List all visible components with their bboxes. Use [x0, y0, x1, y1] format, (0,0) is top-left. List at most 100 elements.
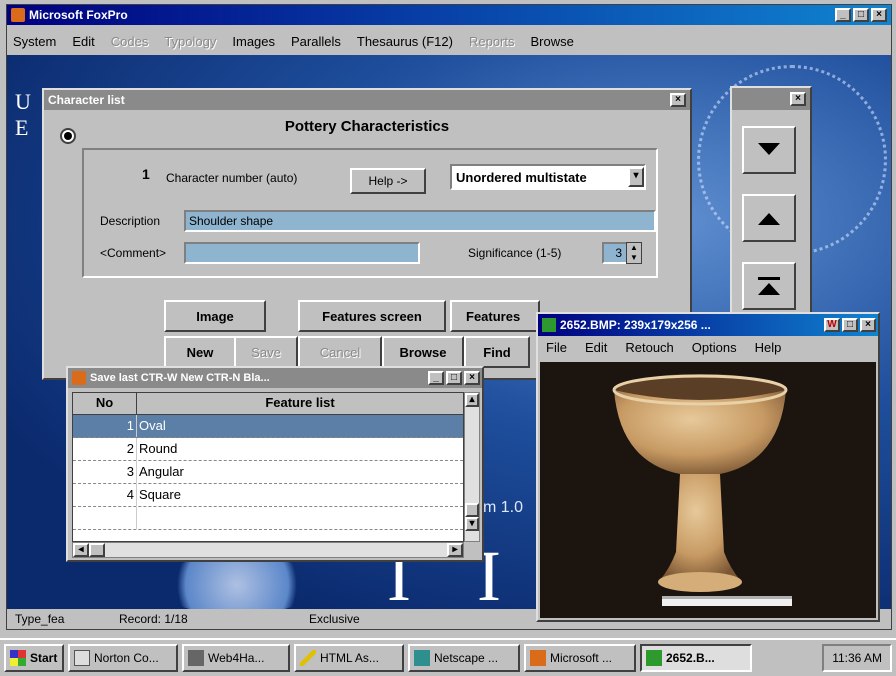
scroll-down-icon[interactable]: ▾	[465, 517, 479, 531]
viewer-maximize-icon[interactable]: □	[842, 318, 858, 332]
task-label: Netscape ...	[434, 651, 499, 665]
menu-edit[interactable]: Edit	[72, 34, 94, 49]
start-label: Start	[30, 651, 58, 665]
hscroll-thumb[interactable]	[89, 543, 105, 557]
menu-browse[interactable]: Browse	[531, 34, 574, 49]
feature-grid-header: No Feature list	[73, 393, 463, 415]
help-button[interactable]: Help ->	[350, 168, 426, 194]
first-record-button[interactable]	[742, 262, 796, 310]
image-viewer-titlebar[interactable]: 2652.BMP: 239x179x256 ... W □ ×	[538, 314, 878, 336]
new-button[interactable]: New	[164, 336, 236, 368]
character-list-titlebar[interactable]: Character list ×	[44, 90, 690, 110]
features-button[interactable]: Features	[450, 300, 540, 332]
foxpro-icon	[11, 8, 25, 22]
task-microsoft-foxpro[interactable]: Microsoft ...	[524, 644, 636, 672]
bitmap-icon	[542, 318, 556, 332]
comment-field[interactable]	[184, 242, 420, 264]
menu-typology[interactable]: Typology	[164, 34, 216, 49]
main-window-title: Microsoft FoxPro	[29, 8, 128, 22]
image-button[interactable]: Image	[164, 300, 266, 332]
find-button[interactable]: Find	[464, 336, 530, 368]
feature-close-icon[interactable]: ×	[464, 371, 480, 385]
task-2652-bmp[interactable]: 2652.B...	[640, 644, 752, 672]
features-screen-button[interactable]: Features screen	[298, 300, 446, 332]
viewer-menu-retouch[interactable]: Retouch	[625, 340, 673, 355]
task-label: Microsoft ...	[550, 651, 613, 665]
background-globe-bottom	[157, 555, 317, 609]
viewer-close-icon[interactable]: ×	[860, 318, 876, 332]
feature-maximize-icon[interactable]: □	[446, 371, 462, 385]
character-details-panel: 1 Character number (auto) Help -> Unorde…	[82, 148, 658, 278]
table-row[interactable]: 3 Angular	[73, 461, 463, 484]
scroll-left-icon[interactable]: ◂	[73, 543, 89, 557]
table-row[interactable]: 2 Round	[73, 438, 463, 461]
menu-images[interactable]: Images	[232, 34, 275, 49]
table-row[interactable]	[73, 507, 463, 530]
browse-button[interactable]: Browse	[382, 336, 464, 368]
feature-list-titlebar[interactable]: Save last CTR-W New CTR-N Bla... _ □ ×	[68, 368, 482, 388]
table-row[interactable]: 1 Oval	[73, 415, 463, 438]
viewer-menu-help[interactable]: Help	[755, 340, 782, 355]
task-label: Norton Co...	[94, 651, 159, 665]
cancel-button[interactable]: Cancel	[298, 336, 382, 368]
status-record: Record: 1/18	[119, 612, 188, 626]
w-logo-icon[interactable]: W	[824, 318, 840, 332]
viewer-menu-edit[interactable]: Edit	[585, 340, 607, 355]
viewer-menu-file[interactable]: File	[546, 340, 567, 355]
pencil-icon	[300, 650, 316, 666]
task-norton[interactable]: Norton Co...	[68, 644, 178, 672]
task-html-assistant[interactable]: HTML As...	[294, 644, 404, 672]
start-button[interactable]: Start	[4, 644, 64, 672]
close-icon[interactable]: ×	[871, 8, 887, 22]
navigation-close-icon[interactable]: ×	[790, 92, 806, 106]
feature-minimize-icon[interactable]: _	[428, 371, 444, 385]
system-clock: 11:36 AM	[822, 644, 892, 672]
clock-time: 11:36 AM	[832, 651, 882, 665]
vertical-scrollbar[interactable]: ▴ ▾	[464, 392, 480, 542]
minimize-icon[interactable]: _	[835, 8, 851, 22]
scroll-right-icon[interactable]: ▸	[447, 543, 463, 557]
status-table: Type_fea	[15, 612, 65, 626]
next-record-button[interactable]	[742, 126, 796, 174]
menu-codes[interactable]: Codes	[111, 34, 149, 49]
maximize-icon[interactable]: □	[853, 8, 869, 22]
task-label: 2652.B...	[666, 651, 715, 665]
row-feature: Angular	[139, 464, 184, 479]
menu-reports[interactable]: Reports	[469, 34, 515, 49]
type-select[interactable]: Unordered multistate ▾	[450, 164, 646, 190]
task-netscape[interactable]: Netscape ...	[408, 644, 520, 672]
comment-label: <Comment>	[100, 246, 167, 260]
fox-icon	[530, 650, 546, 666]
save-button[interactable]: Save	[234, 336, 298, 368]
table-row[interactable]: 4 Square	[73, 484, 463, 507]
horizontal-scrollbar[interactable]: ◂ ▸	[72, 542, 464, 558]
spinner-arrows-icon[interactable]: ▲ ▼	[626, 242, 642, 264]
main-titlebar[interactable]: Microsoft FoxPro _ □ ×	[7, 5, 891, 25]
column-header-feature[interactable]: Feature list	[137, 393, 463, 414]
character-list-close-icon[interactable]: ×	[670, 93, 686, 107]
triangle-up-icon	[758, 213, 780, 225]
menu-parallels[interactable]: Parallels	[291, 34, 341, 49]
scroll-up-icon[interactable]: ▴	[465, 393, 479, 407]
image-viewer-menubar: File Edit Retouch Options Help	[538, 336, 878, 358]
scroll-thumb[interactable]	[465, 503, 479, 517]
menu-thesaurus[interactable]: Thesaurus (F12)	[357, 34, 453, 49]
description-field[interactable]: Shoulder shape	[184, 210, 656, 232]
row-no: 2	[73, 438, 137, 460]
task-web4ha[interactable]: Web4Ha...	[182, 644, 290, 672]
previous-record-button[interactable]	[742, 194, 796, 242]
pottery-characteristics-heading: Pottery Characteristics	[284, 118, 450, 135]
menu-system[interactable]: System	[13, 34, 56, 49]
main-menubar: System Edit Codes Typology Images Parall…	[7, 29, 891, 53]
task-label: HTML As...	[320, 651, 379, 665]
row-no: 3	[73, 461, 137, 483]
task-label: Web4Ha...	[208, 651, 265, 665]
netscape-icon	[414, 650, 430, 666]
type-select-value: Unordered multistate	[456, 169, 587, 185]
navigation-panel: ×	[730, 86, 812, 324]
column-header-no[interactable]: No	[73, 393, 137, 414]
chevron-down-icon[interactable]: ▾	[628, 167, 644, 187]
row-feature: Square	[139, 487, 181, 502]
viewer-menu-options[interactable]: Options	[692, 340, 737, 355]
navigation-panel-titlebar[interactable]: ×	[732, 88, 810, 110]
